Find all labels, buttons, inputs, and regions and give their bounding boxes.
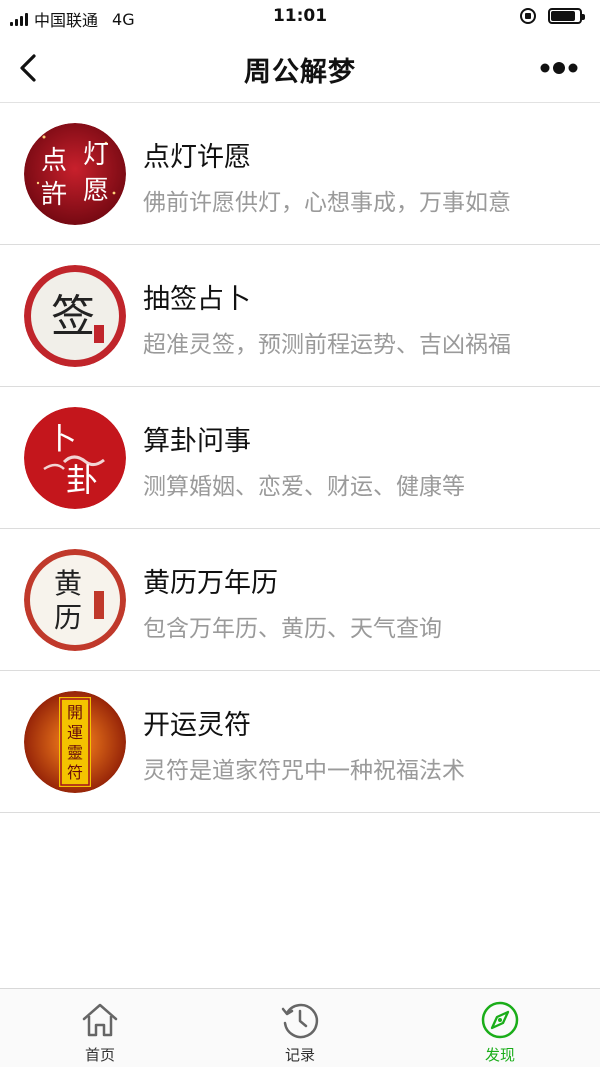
list-item-almanac[interactable]: 黄 历 黄历万年历 包含万年历、黄历、天气查询 — [0, 529, 600, 671]
item-title: 抽签占卜 — [143, 284, 251, 315]
list-item-lucky-charm[interactable]: 開 運 靈 符 开运灵符 灵符是道家符咒中一种祝福法术 — [0, 671, 600, 813]
status-right — [520, 8, 585, 24]
divination-icon: 卜 卦 — [24, 407, 126, 509]
tab-discover[interactable]: 发现 — [440, 999, 560, 1065]
list-item-wish-lamp[interactable]: 点 灯 許 愿 点灯许愿 佛前许愿供灯，心想事成，万事如意 — [0, 103, 600, 245]
charm-icon-char-2: 運 — [67, 723, 83, 742]
more-dots-icon — [540, 62, 578, 74]
charm-icon-char-1: 開 — [67, 703, 83, 722]
wish-lamp-icon: 点 灯 許 愿 — [24, 123, 126, 225]
feature-list: 点 灯 許 愿 点灯许愿 佛前许愿供灯，心想事成，万事如意 签 抽签占卜 超准灵… — [0, 102, 600, 813]
item-desc: 超准灵签，预测前程运势、吉凶祸福 — [143, 332, 511, 358]
wish-icon-char-4: 愿 — [83, 176, 109, 206]
battery-fill — [551, 11, 575, 21]
lots-icon-char: 签 — [51, 291, 95, 342]
home-icon — [82, 1003, 118, 1037]
item-title: 点灯许愿 — [143, 142, 251, 173]
more-button[interactable] — [536, 52, 582, 84]
status-bar: 中国联通 4G 11:01 — [0, 0, 600, 34]
item-desc: 包含万年历、黄历、天气查询 — [143, 616, 442, 642]
status-time: 11:01 — [272, 6, 328, 26]
tab-bar: 首页 记录 发现 — [0, 988, 600, 1067]
compass-icon — [481, 1001, 519, 1039]
item-desc: 测算婚姻、恋爱、财运、健康等 — [143, 474, 465, 500]
almanac-icon: 黄 历 — [24, 549, 126, 651]
almanac-icon-char-2: 历 — [54, 601, 82, 634]
item-title: 算卦问事 — [143, 426, 251, 457]
item-desc: 佛前许愿供灯，心想事成，万事如意 — [143, 190, 511, 216]
item-desc: 灵符是道家符咒中一种祝福法术 — [143, 758, 465, 784]
wish-icon-char-1: 点 — [41, 146, 67, 176]
lucky-charm-icon: 開 運 靈 符 — [24, 691, 126, 793]
nav-bar: 周公解梦 — [0, 34, 600, 102]
divination-icon-char-2: 卦 — [66, 461, 98, 499]
charm-icon-char-4: 符 — [67, 763, 83, 782]
page-title: 周公解梦 — [244, 57, 356, 88]
divination-icon-char-1: 卜 — [47, 422, 77, 457]
wish-icon-char-3: 許 — [41, 180, 67, 210]
tab-discover-label: 发现 — [484, 1046, 515, 1064]
list-item-draw-lots[interactable]: 签 抽签占卜 超准灵签，预测前程运势、吉凶祸福 — [0, 245, 600, 387]
wish-icon-char-2: 灯 — [83, 140, 109, 170]
item-title: 黄历万年历 — [143, 568, 278, 599]
tab-history[interactable]: 记录 — [240, 999, 360, 1065]
history-clock-icon — [281, 1003, 319, 1039]
tab-home-label: 首页 — [84, 1046, 115, 1064]
tab-home[interactable]: 首页 — [40, 999, 160, 1065]
list-item-divination[interactable]: 卜 卦 算卦问事 测算婚姻、恋爱、财运、健康等 — [0, 387, 600, 529]
almanac-icon-char-1: 黄 — [54, 567, 82, 600]
tab-history-label: 记录 — [284, 1046, 315, 1064]
item-title: 开运灵符 — [143, 710, 251, 741]
rotation-lock-icon — [520, 8, 536, 24]
charm-icon-char-3: 靈 — [67, 743, 83, 762]
draw-lots-icon: 签 — [24, 265, 126, 367]
battery-icon — [548, 8, 585, 24]
